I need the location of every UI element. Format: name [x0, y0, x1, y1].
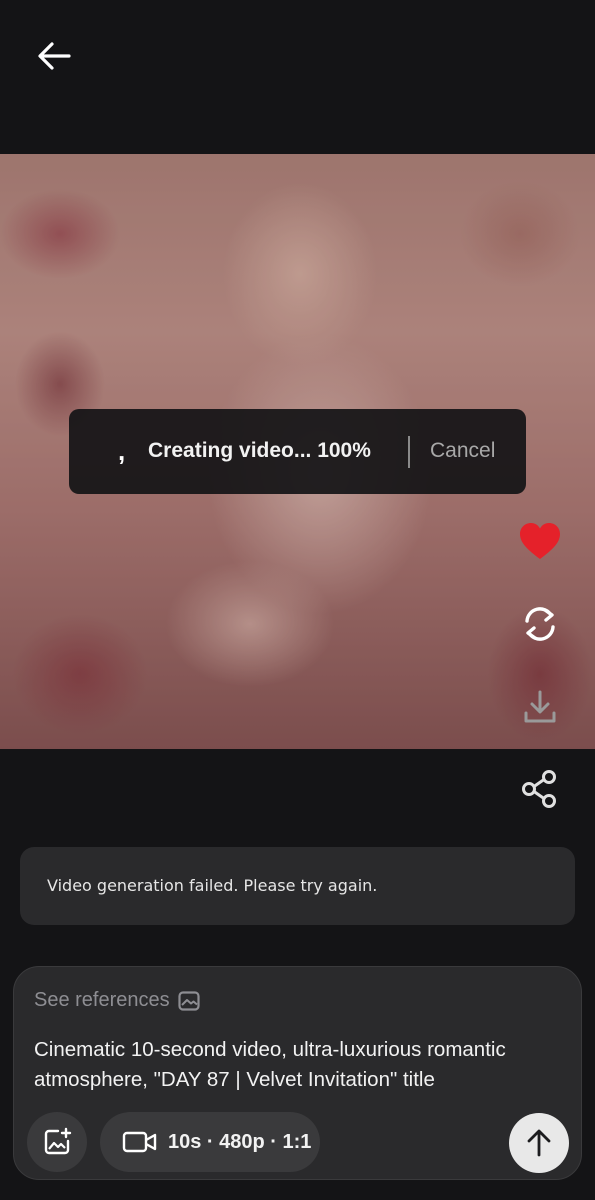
- cancel-button[interactable]: Cancel: [430, 439, 495, 463]
- error-message: Video generation failed. Please try agai…: [47, 876, 378, 895]
- spinner-icon: ,: [118, 436, 126, 466]
- image-icon: [178, 990, 200, 1011]
- video-settings-label: 10s · 480p · 1:1: [168, 1130, 312, 1153]
- prompt-composer: See references Cinematic 10-second video…: [13, 966, 582, 1180]
- progress-status-text: Creating video... 100%: [148, 439, 371, 462]
- add-image-icon: [44, 1127, 72, 1155]
- download-icon: [524, 690, 556, 723]
- share-icon: [522, 770, 556, 808]
- see-references-link[interactable]: See references: [34, 989, 200, 1012]
- video-settings-chip[interactable]: 10s · 480p · 1:1: [100, 1112, 320, 1172]
- top-bar: [0, 0, 595, 154]
- heart-icon: [520, 523, 560, 559]
- arrow-up-icon: [527, 1129, 551, 1157]
- add-image-button[interactable]: [27, 1112, 87, 1172]
- send-button[interactable]: [509, 1113, 569, 1173]
- download-button[interactable]: [516, 683, 564, 731]
- like-button[interactable]: [516, 517, 564, 565]
- error-message-box: Video generation failed. Please try agai…: [20, 847, 575, 925]
- video-camera-icon: [122, 1131, 157, 1153]
- prompt-input[interactable]: Cinematic 10-second video, ultra-luxurio…: [34, 1035, 564, 1095]
- arrow-left-icon: [38, 42, 71, 70]
- back-button[interactable]: [30, 32, 78, 80]
- see-references-label: See references: [34, 989, 170, 1011]
- toast-divider: [408, 436, 410, 468]
- regenerate-button[interactable]: [516, 600, 564, 648]
- refresh-icon: [525, 607, 555, 641]
- share-button[interactable]: [516, 765, 564, 813]
